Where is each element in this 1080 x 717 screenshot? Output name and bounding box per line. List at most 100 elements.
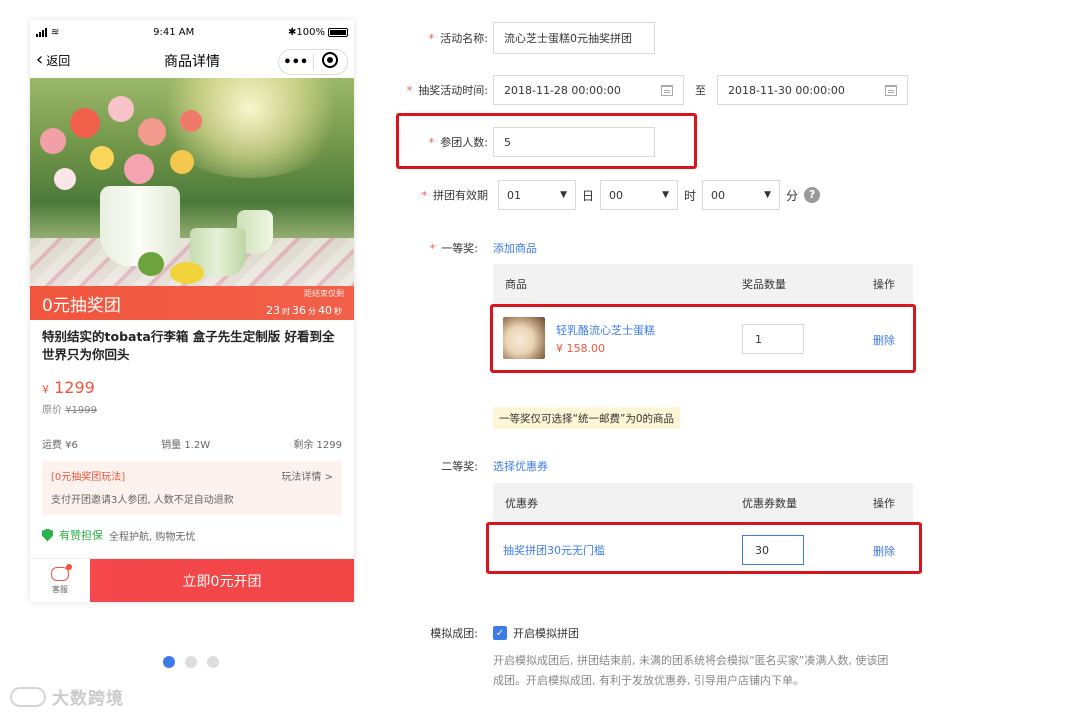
service-label: 客服 [52,584,68,594]
target-icon [322,52,339,68]
simulate-desc-line: 开启模拟成团后, 拼团结束前, 未满的团系统将会模拟“匿名买家”凑满人数, 使该… [493,654,889,667]
caret-down-icon: ▼ [560,190,567,200]
validity-day-select[interactable]: 01 ▼ [498,180,576,210]
delete-product-link[interactable]: 删除 [873,332,895,348]
product-name: 特别结实的tobata行李箱 盒子先生定制版 好看到全世界只为你回头 [42,329,335,362]
group-size-input[interactable]: 5 [493,127,655,157]
signal-icon [36,27,47,37]
promo-bar: 0元抽奖团 距结束仅剩 23 时 36 分 40 秒 [30,286,354,320]
status-left: ≋ [36,27,59,38]
rules-desc: 支付开团邀请3人参团, 人数不足自动退款 [51,495,234,506]
page: ≋ 9:41 AM ✱ 100% ‹ 返回 商品详情 ••• 0元抽奖团 距结束… [0,0,1080,717]
prize-product-price: ¥ 158.00 [556,341,605,355]
prize-product-name[interactable]: 轻乳酪流心芝士蛋糕 [556,322,655,338]
product-image [30,78,354,286]
activity-name-input[interactable]: 流心芝士蛋糕0元抽奖拼团 [493,22,655,54]
status-right: ✱ 100% [288,27,348,38]
carousel-dot[interactable] [207,656,219,668]
coupon-quantity-input[interactable]: 30 [742,535,804,565]
rules-panel: [0元抽奖团玩法] 玩法详情 > 支付开团邀请3人参团, 人数不足自动退款 [42,461,342,515]
caret-down-icon: ▼ [764,190,772,200]
second-prize-label: 二等奖: [441,460,478,473]
product-cell: 轻乳酪流心芝士蛋糕 ¥ 158.00 [556,322,655,355]
original-price-label: 原价 [42,405,62,416]
simulate-checkbox-label: 开启模拟拼团 [513,627,579,640]
rules-top: [0元抽奖团玩法] 玩法详情 > [51,468,333,483]
label-text: 参团人数: [440,136,488,149]
calendar-icon [885,84,897,96]
validity-hour-select[interactable]: 00 ▼ [600,180,679,210]
activity-time-label: * 抽奖活动时间: [406,84,488,97]
delete-coupon-link[interactable]: 删除 [873,543,895,559]
image-vase [100,186,180,266]
simulate-desc: 开启模拟成团后, 拼团结束前, 未满的团系统将会模拟“匿名买家”凑满人数, 使该… [493,651,963,691]
start-time-input[interactable]: 2018-11-28 00:00:00 [493,75,684,105]
minute-value: 00 [711,188,726,202]
simulate-checkbox[interactable]: ✓ [493,626,507,640]
chevron-left-icon: ‹ [36,49,44,70]
status-time: 9:41 AM [153,26,195,38]
add-product-link[interactable]: 添加商品 [493,240,537,256]
chat-icon [51,563,72,581]
second-prize-table-header: 优惠券 优惠券数量 操作 [493,483,913,523]
day-unit: 日 [582,188,595,203]
image-lemon [170,262,204,284]
countdown-mins: 40 [318,304,332,317]
col-coupon-quantity: 优惠券数量 [742,497,797,510]
col-action: 操作 [873,278,895,291]
group-size-row: * 参团人数: 5 [400,127,655,157]
end-time-value: 2018-11-30 00:00:00 [728,83,845,97]
hour-unit: 时 [684,188,697,203]
back-button[interactable]: ‹ 返回 [36,50,70,70]
carousel-dot[interactable] [185,656,197,668]
col-quantity: 奖品数量 [742,278,786,291]
activity-name-label: * 活动名称: [428,32,488,45]
coupon-name[interactable]: 抽奖拼团30元无门槛 [503,542,605,558]
shield-icon [42,528,53,542]
open-group-button[interactable]: 立即0元开团 [90,559,354,602]
second-prize-row: 二等奖: 选择优惠券 [400,458,548,474]
wifi-icon: ≋ [51,26,60,38]
rules-detail-link[interactable]: 玩法详情 > [281,468,333,483]
back-label: 返回 [46,53,71,68]
status-bar: ≋ 9:41 AM ✱ 100% [30,20,354,44]
first-prize-label: * 一等奖: [429,242,478,255]
label-text: 抽奖活动时间: [418,84,488,97]
close-mini-program-button[interactable] [314,52,348,72]
phone-preview: ≋ 9:41 AM ✱ 100% ‹ 返回 商品详情 ••• 0元抽奖团 距结束… [30,20,354,602]
guarantee: 有赞担保 全程护航, 购物无忧 [30,527,354,543]
countdown-unit: 时 [282,307,290,316]
mini-program-capsule: ••• [278,49,348,75]
battery-text: 100% [296,26,325,38]
countdown: 距结束仅剩 23 时 36 分 40 秒 [266,288,344,318]
end-time-input[interactable]: 2018-11-30 00:00:00 [717,75,908,105]
validity-label: * 拼团有效期 [421,189,489,202]
simulate-desc-line: 成团。开启模拟成团, 有利于发放优惠券, 引导用户店铺内下单。 [493,674,804,687]
rules-tag: [0元抽奖团玩法] [51,472,126,483]
prize-quantity-input[interactable]: 1 [742,324,804,354]
select-coupon-link[interactable]: 选择优惠券 [493,458,548,474]
validity-minute-select[interactable]: 00 ▼ [702,180,781,210]
start-time-value: 2018-11-28 00:00:00 [504,83,621,97]
second-prize-item-row: 抽奖拼团30元无门槛 30 删除 [503,534,903,566]
more-icon[interactable]: ••• [279,55,313,70]
time-separator: 至 [695,84,706,97]
label-text: 一等奖: [441,242,478,255]
first-prize-table-header: 商品 奖品数量 操作 [493,264,913,304]
price-value: 1299 [54,378,95,397]
product-price: ¥ 1299 [42,378,342,397]
group-size-label: * 参团人数: [428,136,488,149]
countdown-values: 23 时 36 分 40 秒 [266,304,344,317]
first-prize-tip: 一等奖仅可选择“统一邮费”为0的商品 [493,407,681,429]
minute-unit: 分 [786,188,799,203]
carousel-dot[interactable] [163,656,175,668]
countdown-label: 距结束仅剩 [304,289,344,298]
countdown-hours: 36 [292,304,306,317]
stock-remaining: 剩余 1299 [293,440,342,451]
col-action: 操作 [873,497,895,510]
help-icon[interactable]: ? [804,187,821,203]
simulate-row: 模拟成团: ✓ 开启模拟拼团 [400,625,579,641]
product-stats: 运费 ¥6 销量 1.2W 剩余 1299 [30,436,354,451]
customer-service-button[interactable]: 客服 [30,559,90,602]
sales-count: 销量 1.2W [161,440,211,451]
